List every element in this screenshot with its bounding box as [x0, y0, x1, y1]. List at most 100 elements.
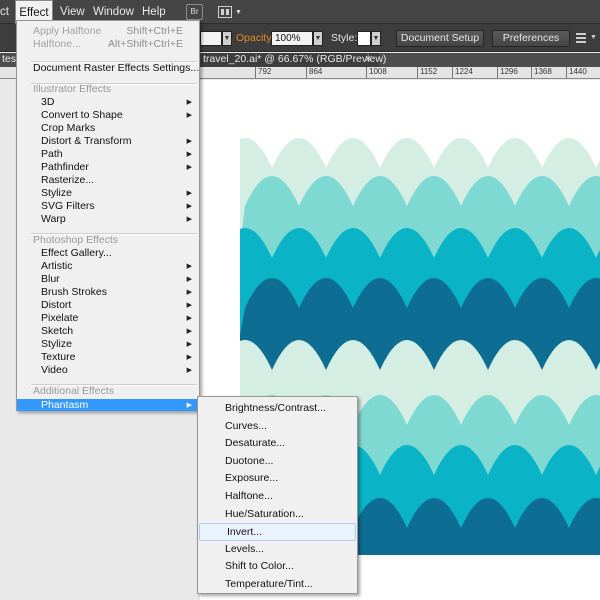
submenu-item-label: Levels... — [225, 542, 265, 555]
submenu-item-temperature-tint[interactable]: Temperature/Tint... — [198, 576, 357, 594]
submenu-arrow-icon: ▶ — [186, 315, 192, 322]
menu-item-sketch[interactable]: Sketch ▶ — [17, 325, 199, 338]
submenu-item-exposure[interactable]: Exposure... — [198, 470, 357, 488]
style-swatch[interactable] — [357, 31, 371, 46]
menu-item-label: Path — [41, 147, 63, 160]
submenu-arrow-icon: ▶ — [186, 163, 192, 171]
menu-item-blur[interactable]: Blur ▶ — [17, 273, 199, 286]
menu-item-label: Pixelate — [41, 312, 79, 324]
menu-item-path[interactable]: Path ▶ — [17, 148, 199, 161]
menu-item-label: Distort — [41, 299, 72, 311]
submenu-arrow-icon: ▶ — [186, 302, 192, 309]
menu-shortcut: Shift+Ctrl+E — [126, 25, 183, 37]
chevron-down-icon[interactable]: ▼ — [235, 9, 242, 16]
menu-item-label: Brush Strokes — [41, 286, 107, 298]
submenu-item-label: Temperature/Tint... — [225, 578, 313, 590]
menu-item-3d[interactable]: 3D ▶ — [17, 96, 199, 109]
submenu-arrow-icon: ▶ — [186, 276, 192, 283]
submenu-arrow-icon: ▶ — [186, 189, 192, 197]
submenu-arrow-icon: ▶ — [186, 401, 192, 409]
menu-item-phantasm[interactable]: Phantasm ▶ — [17, 398, 199, 412]
menu-item-brush-strokes[interactable]: Brush Strokes ▶ — [17, 286, 199, 299]
menu-section-header: Photoshop Effects — [17, 234, 199, 247]
submenu-arrow-icon: ▶ — [186, 215, 192, 223]
ruler-tick: 1224 — [452, 67, 473, 78]
chevron-down-icon[interactable]: ▼ — [371, 31, 381, 46]
menu-item-label: Blur — [41, 273, 60, 285]
menu-item-label: Halftone... — [33, 38, 81, 50]
menu-item-warp[interactable]: Warp ▶ — [17, 213, 199, 226]
tab-active-document[interactable]: travel_20.ai* @ 66.67% (RGB/Preview) — [201, 53, 386, 67]
submenu-arrow-icon: ▶ — [186, 137, 192, 145]
arrange-icon[interactable] — [575, 31, 589, 45]
submenu-item-halftone[interactable]: Halftone... — [198, 488, 357, 506]
menu-item-label: 3D — [41, 95, 55, 108]
submenu-item-levels[interactable]: Levels... — [198, 541, 357, 559]
menu-item-label: Effect Gallery... — [41, 247, 112, 259]
menu-item-label: Crop Marks — [41, 121, 96, 134]
menu-item-pathfinder[interactable]: Pathfinder ▶ — [17, 161, 199, 174]
menu-section-header: Illustrator Effects — [17, 83, 199, 96]
menu-item-video[interactable]: Video ▶ — [17, 364, 199, 377]
menu-item-document-raster-effects-settings[interactable]: Document Raster Effects Settings... — [17, 62, 199, 75]
menu-select[interactable]: ct — [0, 0, 9, 24]
submenu-item-label: Exposure... — [225, 472, 279, 485]
menu-item-stylize[interactable]: Stylize ▶ — [17, 338, 199, 351]
menu-item-stylize[interactable]: Stylize ▶ — [17, 187, 199, 200]
submenu-item-desaturate[interactable]: Desaturate... — [198, 435, 357, 453]
stroke-weight-field[interactable] — [200, 31, 222, 46]
menu-item-label: Texture — [41, 351, 76, 363]
submenu-item-hue-saturation[interactable]: Hue/Saturation... — [198, 506, 357, 524]
submenu-arrow-icon: ▶ — [186, 354, 192, 361]
submenu-item-label: Invert... — [227, 526, 263, 539]
menu-item-distort[interactable]: Distort ▶ — [17, 299, 199, 312]
menu-item-convert-to-shape[interactable]: Convert to Shape ▶ — [17, 109, 199, 122]
menu-item-crop-marks[interactable]: Crop Marks — [17, 122, 199, 135]
submenu-item-invert[interactable]: Invert... — [199, 523, 356, 541]
submenu-item-label: Hue/Saturation... — [225, 507, 304, 520]
submenu-item-label: Duotone... — [225, 454, 274, 467]
menu-item-label: Rasterize... — [41, 173, 95, 186]
ruler-tick: 1152 — [417, 67, 437, 78]
ruler-tick: 1296 — [497, 67, 518, 78]
menu-item-label: Video — [41, 364, 68, 376]
preferences-button[interactable]: Preferences — [492, 30, 570, 47]
menu-item-label: Warp — [41, 212, 66, 225]
tab-other-document[interactable]: tes — [2, 53, 16, 67]
document-setup-button[interactable]: Document Setup — [396, 30, 484, 47]
bridge-icon[interactable]: Br — [186, 4, 203, 20]
submenu-item-label: Shift to Color... — [225, 560, 294, 573]
ruler-tick: 792 — [255, 67, 271, 78]
opacity-field[interactable]: 100% — [271, 31, 313, 46]
menu-item-apply-halftone: Apply Halftone Shift+Ctrl+E — [17, 25, 199, 38]
menu-item-artistic[interactable]: Artistic ▶ — [17, 260, 199, 273]
submenu-item-curves[interactable]: Curves... — [198, 418, 357, 436]
chevron-down-icon[interactable]: ▼ — [313, 31, 323, 46]
menu-item-label: SVG Filters — [41, 199, 95, 212]
menu-item-rasterize[interactable]: Rasterize... — [17, 174, 199, 187]
menu-item-pixelate[interactable]: Pixelate ▶ — [17, 312, 199, 325]
ruler-tick: 864 — [306, 67, 322, 78]
submenu-item-brightness-contrast[interactable]: Brightness/Contrast... — [198, 400, 357, 418]
submenu-item-duotone[interactable]: Duotone... — [198, 453, 357, 471]
menu-item-texture[interactable]: Texture ▶ — [17, 351, 199, 364]
arrange-documents-icon[interactable] — [218, 6, 232, 18]
chevron-down-icon[interactable]: ▼ — [590, 34, 597, 41]
menu-item-label: Document Raster Effects Settings... — [33, 62, 200, 74]
ruler-tick: 1008 — [366, 67, 387, 78]
menu-item-svg-filters[interactable]: SVG Filters ▶ — [17, 200, 199, 213]
menu-item-label: Convert to Shape — [41, 108, 123, 121]
submenu-item-shift-to-color[interactable]: Shift to Color... — [198, 558, 357, 576]
menu-item-distort-transform[interactable]: Distort & Transform ▶ — [17, 135, 199, 148]
menu-item-label: Sketch — [41, 325, 74, 337]
menu-item-label: Phantasm — [41, 398, 89, 411]
menu-item-effect-gallery[interactable]: Effect Gallery... — [17, 247, 199, 260]
menu-item-label: Stylize — [41, 186, 72, 199]
chevron-down-icon[interactable]: ▼ — [222, 31, 232, 46]
submenu-arrow-icon: ▶ — [186, 111, 192, 119]
opacity-label[interactable]: Opacity: — [236, 24, 275, 52]
menu-item-label: Artistic — [41, 260, 73, 272]
close-icon[interactable]: × — [365, 53, 371, 67]
menu-item-label: Photoshop Effects — [33, 234, 119, 246]
menu-item-halftone: Halftone... Alt+Shift+Ctrl+E — [17, 38, 199, 51]
